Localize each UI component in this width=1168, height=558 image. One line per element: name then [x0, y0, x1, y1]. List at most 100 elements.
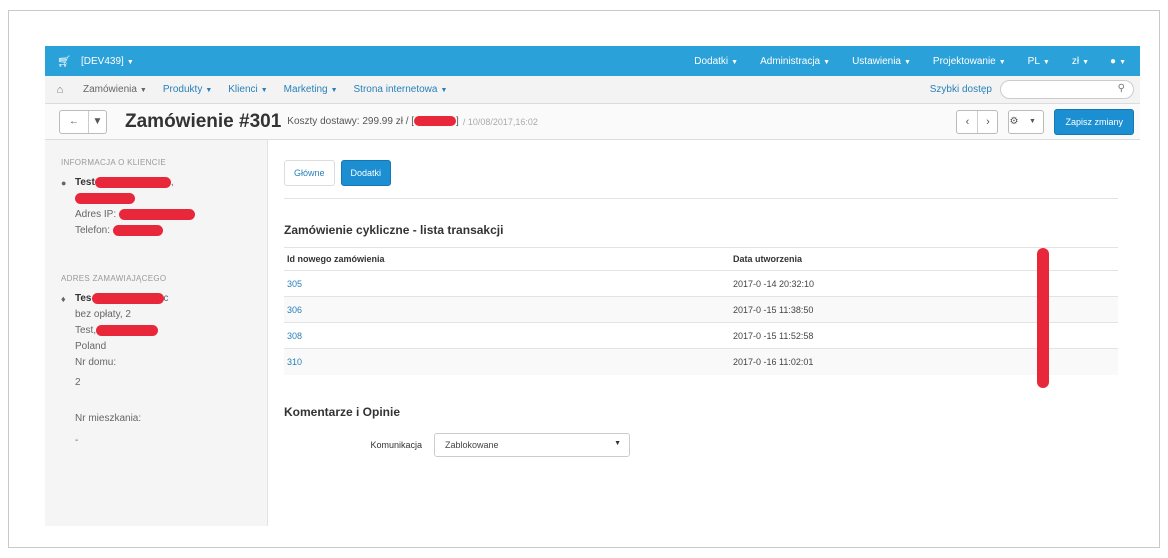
transactions-table: Id nowego zamówienia Data utworzenia 305…	[284, 247, 1118, 375]
order-date: / 10/08/2017,16:02	[462, 116, 538, 127]
menu-ustawienia[interactable]: Ustawienia ▼	[841, 56, 922, 67]
shipping-cost-text: Koszty dostawy: 299.99 zł / [	[287, 116, 415, 127]
ip-row: Adres IP:	[61, 206, 267, 222]
order-link[interactable]: 308	[287, 331, 302, 341]
search-icon: ⚲	[1117, 83, 1125, 94]
order-link[interactable]: 306	[287, 305, 302, 315]
tag-icon: ♦	[61, 293, 66, 304]
ip-label: Adres IP:	[75, 208, 117, 220]
redaction-mark	[112, 224, 163, 236]
chevron-down-icon: ▼	[903, 58, 911, 66]
address-city: Test,	[61, 322, 267, 338]
communication-select[interactable]: Zablokowane ▼	[434, 432, 630, 457]
currency-menu[interactable]: zł ▼	[1061, 56, 1100, 67]
chevron-down-icon: ▼	[126, 58, 134, 66]
address-name: Tes	[75, 293, 92, 304]
menu-administracja[interactable]: Administracja ▼	[749, 56, 841, 67]
created-date: 2017-0 -14 20:32:10	[730, 270, 1118, 297]
created-date: 2017-0 -15 11:38:50	[730, 296, 1118, 323]
billing-address-heading: ADRES ZAMAWIAJĄCEGO	[61, 274, 167, 283]
column-header-id: Id nowego zamówienia	[284, 247, 730, 271]
chevron-down-icon: ▼	[440, 87, 448, 94]
menu-label: Klienci	[228, 84, 258, 95]
flat-number-value: -	[75, 434, 79, 446]
redaction-mark	[96, 324, 159, 336]
chevron-down-icon: ▼	[1082, 58, 1090, 66]
customer-info-heading: INFORMACJA O KLIENCIE	[61, 158, 166, 167]
table-row: 305 2017-0 -14 20:32:10	[284, 270, 1118, 297]
shipping-cost-info: Koszty dostawy: 299.99 zł / []	[287, 116, 459, 127]
address-country: Poland	[75, 340, 107, 352]
chevron-right-icon: ›	[986, 115, 990, 128]
table-row: 308 2017-0 -15 11:52:58	[284, 322, 1118, 349]
chevron-down-icon: ▼	[260, 87, 268, 94]
order-link[interactable]: 305	[287, 279, 302, 289]
chevron-down-icon: ▼	[205, 87, 213, 94]
tab-dodatki[interactable]: Dodatki	[340, 160, 392, 186]
back-button-group: ← ▼	[59, 109, 107, 134]
table-row: 310 2017-0 -16 11:02:01	[284, 348, 1118, 375]
address-name-suffix: c	[163, 293, 169, 304]
cart-icon[interactable]: 🛒︎	[51, 55, 77, 68]
previous-order-button[interactable]: ‹	[957, 111, 977, 133]
menu-label: Strona internetowa	[353, 84, 438, 95]
menu-label: Produkty	[162, 84, 203, 95]
top-navbar: 🛒︎ [DEV439] ▼ Dodatki ▼ Administracja ▼ Ust…	[45, 46, 1140, 76]
redaction-mark	[118, 208, 195, 220]
address-city-text: Test,	[75, 324, 97, 336]
menu-projektowanie[interactable]: Projektowanie ▼	[922, 56, 1017, 67]
menu-zamowienia[interactable]: Zamówienia ▼	[75, 84, 155, 95]
menu-label: zł	[1071, 55, 1080, 67]
home-icon[interactable]: ⌂	[45, 84, 75, 96]
phone-label: Telefon:	[75, 224, 111, 236]
table-header-row: Id nowego zamówienia Data utworzenia	[284, 247, 1118, 271]
store-label: [DEV439]	[81, 55, 124, 67]
page-title: Zamówienie #301	[125, 110, 282, 132]
phone-row: Telefon:	[61, 222, 267, 238]
order-link[interactable]: 310	[287, 357, 302, 367]
menu-marketing[interactable]: Marketing ▼	[276, 84, 346, 95]
house-number-value: 2	[75, 376, 81, 388]
secondary-navbar: ⌂ Zamówienia ▼ Produkty ▼ Klienci ▼ Marketi…	[45, 76, 1140, 104]
redaction-mark	[1037, 248, 1049, 388]
transactions-title: Zamówienie cykliczne - lista transakcji	[284, 223, 504, 237]
chevron-down-icon: ▼	[823, 58, 831, 66]
chevron-down-icon: ▼	[1119, 58, 1126, 66]
order-tabs: Główne Dodatki	[284, 160, 1118, 199]
menu-label: Ustawienia	[852, 55, 901, 67]
user-menu[interactable]: ● ▼	[1100, 56, 1140, 67]
arrow-left-icon: ←	[69, 116, 79, 127]
back-button[interactable]: ←	[60, 111, 88, 133]
customer-name-redacted	[61, 190, 267, 206]
tab-glowne[interactable]: Główne	[284, 160, 335, 186]
shipping-cost-suffix: ]	[456, 116, 459, 127]
back-dropdown-button[interactable]: ▼	[88, 110, 106, 133]
user-icon: ●	[61, 177, 67, 188]
chevron-down-icon: ▼	[92, 116, 103, 127]
quick-search-input[interactable]: ⚲	[1000, 80, 1134, 99]
customer-name: Test	[75, 177, 95, 188]
menu-strona-internetowa[interactable]: Strona internetowa ▼	[346, 84, 456, 95]
store-selector[interactable]: [DEV439] ▼	[81, 56, 134, 67]
next-order-button[interactable]: ›	[977, 110, 997, 133]
menu-dodatki[interactable]: Dodatki ▼	[683, 56, 749, 67]
created-date: 2017-0 -15 11:52:58	[730, 322, 1118, 349]
address-name-row: ♦ Tes c	[61, 291, 267, 306]
save-button[interactable]: Zapisz zmiany	[1054, 108, 1134, 135]
chevron-left-icon: ‹	[965, 115, 970, 128]
language-menu[interactable]: PL ▼	[1017, 56, 1061, 67]
settings-dropdown-button[interactable]: ⚙ ▼	[1008, 109, 1045, 134]
chevron-down-icon: ▼	[1042, 58, 1050, 66]
order-main: Główne Dodatki Zamówienie cykliczne - li…	[268, 140, 1140, 526]
redaction-mark	[414, 116, 457, 127]
redaction-mark	[75, 192, 135, 204]
communication-label: Komunikacja	[370, 439, 422, 450]
prev-next-group: ‹ ›	[956, 109, 999, 134]
flat-number-label: Nr mieszkania:	[75, 412, 142, 424]
quick-access-link[interactable]: Szybki dostęp	[930, 84, 992, 95]
communication-field: Komunikacja Zablokowane ▼	[284, 432, 1140, 457]
menu-label: Marketing	[283, 84, 328, 95]
menu-label: Administracja	[760, 55, 821, 67]
menu-klienci[interactable]: Klienci ▼	[220, 84, 275, 95]
menu-produkty[interactable]: Produkty ▼	[155, 84, 220, 95]
